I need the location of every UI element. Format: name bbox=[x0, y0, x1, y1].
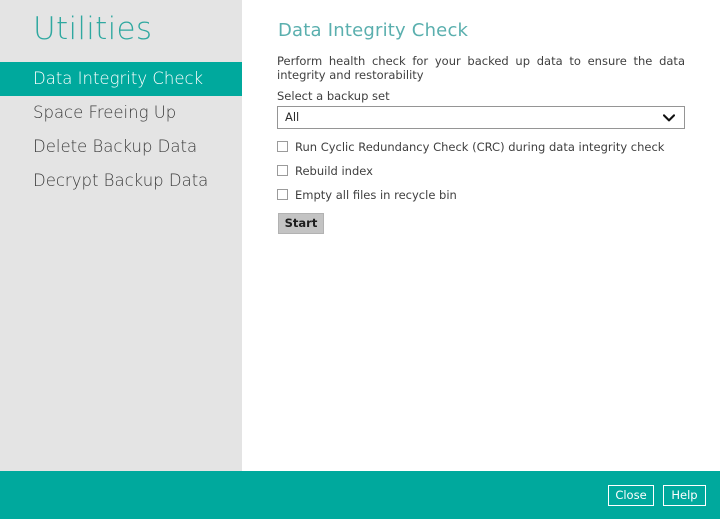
panel-heading: Data Integrity Check bbox=[278, 20, 469, 41]
footer-bar: Close Help bbox=[0, 471, 720, 519]
checkbox-empty-recycle-bin[interactable] bbox=[277, 189, 288, 200]
checkbox-label: Empty all files in recycle bin bbox=[295, 187, 457, 202]
utilities-window: Utilities Data Integrity Check Space Fre… bbox=[0, 0, 720, 519]
sidebar-item-label: Data Integrity Check bbox=[33, 69, 204, 88]
backup-set-label: Select a backup set bbox=[277, 89, 390, 103]
sidebar-item-delete-backup-data[interactable]: Delete Backup Data bbox=[0, 130, 242, 164]
checkbox-crc[interactable] bbox=[277, 141, 288, 152]
panel-description: Perform health check for your backed up … bbox=[277, 54, 685, 82]
chevron-down-icon bbox=[663, 107, 675, 128]
backup-set-select[interactable]: All bbox=[277, 106, 685, 129]
sidebar-nav: Data Integrity Check Space Freeing Up De… bbox=[0, 62, 242, 198]
checkbox-label: Run Cyclic Redundancy Check (CRC) during… bbox=[295, 139, 665, 154]
close-button[interactable]: Close bbox=[608, 485, 654, 506]
sidebar-item-decrypt-backup-data[interactable]: Decrypt Backup Data bbox=[0, 164, 242, 198]
page-title: Utilities bbox=[33, 11, 153, 47]
start-button[interactable]: Start bbox=[278, 213, 324, 234]
help-button[interactable]: Help bbox=[663, 485, 706, 506]
checkbox-label: Rebuild index bbox=[295, 163, 373, 178]
sidebar-item-label: Decrypt Backup Data bbox=[33, 171, 209, 190]
checkbox-rebuild-index[interactable] bbox=[277, 165, 288, 176]
sidebar: Utilities Data Integrity Check Space Fre… bbox=[0, 0, 242, 471]
checkbox-row-rebuild-index[interactable]: Rebuild index bbox=[277, 163, 373, 178]
sidebar-item-space-freeing-up[interactable]: Space Freeing Up bbox=[0, 96, 242, 130]
main-content: Data Integrity Check Perform health chec… bbox=[242, 0, 720, 471]
sidebar-item-label: Delete Backup Data bbox=[33, 137, 198, 156]
sidebar-item-label: Space Freeing Up bbox=[33, 103, 177, 122]
sidebar-item-data-integrity-check[interactable]: Data Integrity Check bbox=[0, 62, 242, 96]
checkbox-row-crc[interactable]: Run Cyclic Redundancy Check (CRC) during… bbox=[277, 139, 665, 154]
backup-set-selected-value: All bbox=[285, 110, 300, 124]
checkbox-row-empty-recycle-bin[interactable]: Empty all files in recycle bin bbox=[277, 187, 457, 202]
